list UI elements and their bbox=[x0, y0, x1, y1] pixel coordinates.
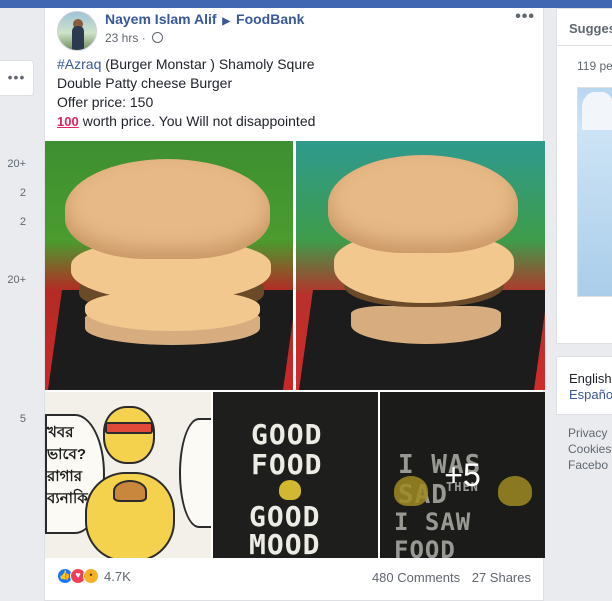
sidebar-count: 5 bbox=[19, 413, 26, 425]
suggestions-card: Sugges 119 pe bbox=[556, 8, 612, 344]
post-options-button[interactable]: ••• bbox=[515, 8, 535, 26]
footer-links: Privacy Cookies Facebo bbox=[568, 425, 611, 473]
left-sidebar: ••• 20+ 2 2 20+ 5 bbox=[0, 8, 42, 601]
post-text: #Azraq (Burger Monstar ) Shamoly Squre D… bbox=[57, 55, 315, 131]
reaction-count[interactable]: 4.7K bbox=[104, 569, 131, 584]
chalk-text: GOOD bbox=[251, 418, 323, 451]
top-navigation-bar bbox=[0, 0, 612, 8]
sidebar-count: 2 bbox=[19, 216, 26, 228]
hundred-points-icon: 100 bbox=[57, 114, 79, 129]
post-line-3: Offer price: 150 bbox=[57, 94, 154, 110]
suggestions-title: Sugges bbox=[569, 21, 612, 36]
current-language: English bbox=[569, 371, 612, 386]
hashtag-link[interactable]: #Azraq bbox=[57, 56, 101, 72]
speech-bubble bbox=[179, 418, 211, 528]
chalk-text: MOOD bbox=[249, 528, 321, 558]
cookies-link[interactable]: Cookies bbox=[568, 441, 611, 457]
post-line-4: worth price. You Will not disappointed bbox=[82, 113, 316, 129]
post-photo-cartoon[interactable]: খবর ভাবে? রাগার ব্যনাকি? bbox=[45, 392, 211, 558]
author-avatar[interactable] bbox=[57, 11, 97, 51]
caret-right-icon: ▶ bbox=[222, 16, 231, 27]
snow-shape bbox=[582, 92, 612, 130]
group-name-link[interactable]: FoodBank bbox=[236, 11, 304, 27]
language-option-link[interactable]: Españo bbox=[569, 387, 612, 402]
feed-post: Nayem Islam Alif ▶ FoodBank 23 hrs · •••… bbox=[44, 8, 545, 601]
sidebar-count: 2 bbox=[19, 187, 26, 199]
post-line-2: Double Patty cheese Burger bbox=[57, 75, 233, 91]
facebook-link[interactable]: Facebo bbox=[568, 457, 611, 473]
avatar-body bbox=[72, 26, 84, 50]
post-photo-burger-1[interactable] bbox=[45, 141, 293, 390]
sidebar-count: 20+ bbox=[7, 274, 26, 286]
bun-top bbox=[65, 159, 270, 259]
sidebar-count: 20+ bbox=[7, 158, 26, 170]
wow-icon: • bbox=[83, 568, 99, 584]
language-card: English Españo bbox=[556, 356, 612, 415]
suggestion-image[interactable] bbox=[577, 87, 612, 297]
divider bbox=[557, 45, 612, 46]
post-photo-more[interactable]: I WAS SAD THEN I SAW FOOD +5 bbox=[380, 392, 545, 558]
post-header: Nayem Islam Alif ▶ FoodBank bbox=[105, 11, 304, 27]
bun-bottom bbox=[351, 306, 501, 344]
privacy-link[interactable]: Privacy bbox=[568, 425, 611, 441]
post-photo-good-food[interactable]: GOOD FOOD GOOD MOOD bbox=[213, 392, 378, 558]
cheese bbox=[85, 291, 260, 331]
reaction-summary[interactable]: 👍 ♥ • 4.7K bbox=[57, 568, 131, 584]
cartoon-burger bbox=[113, 480, 147, 502]
shares-count-link[interactable]: 27 Shares bbox=[472, 570, 531, 585]
cartoon-face bbox=[103, 406, 155, 464]
post-meta: 23 hrs · bbox=[105, 31, 164, 45]
post-line-1: (Burger Monstar ) Shamoly Squre bbox=[101, 56, 315, 72]
more-options-button[interactable]: ••• bbox=[0, 60, 34, 96]
post-stats: 480 Comments 27 Shares bbox=[364, 570, 531, 585]
post-photo-burger-2[interactable] bbox=[296, 141, 545, 390]
author-name-link[interactable]: Nayem Islam Alif bbox=[105, 11, 217, 27]
cartoon-glasses bbox=[105, 422, 153, 434]
separator-dot: · bbox=[141, 31, 146, 45]
comments-count-link[interactable]: 480 Comments bbox=[372, 570, 460, 585]
more-photos-overlay[interactable]: +5 bbox=[380, 392, 545, 558]
bun-top bbox=[328, 155, 518, 253]
suggestion-member-count: 119 pe bbox=[577, 59, 612, 73]
smiley-icon bbox=[279, 480, 301, 500]
post-timestamp[interactable]: 23 hrs bbox=[105, 31, 138, 45]
chalk-text: FOOD bbox=[251, 448, 323, 481]
globe-icon[interactable] bbox=[152, 32, 164, 43]
